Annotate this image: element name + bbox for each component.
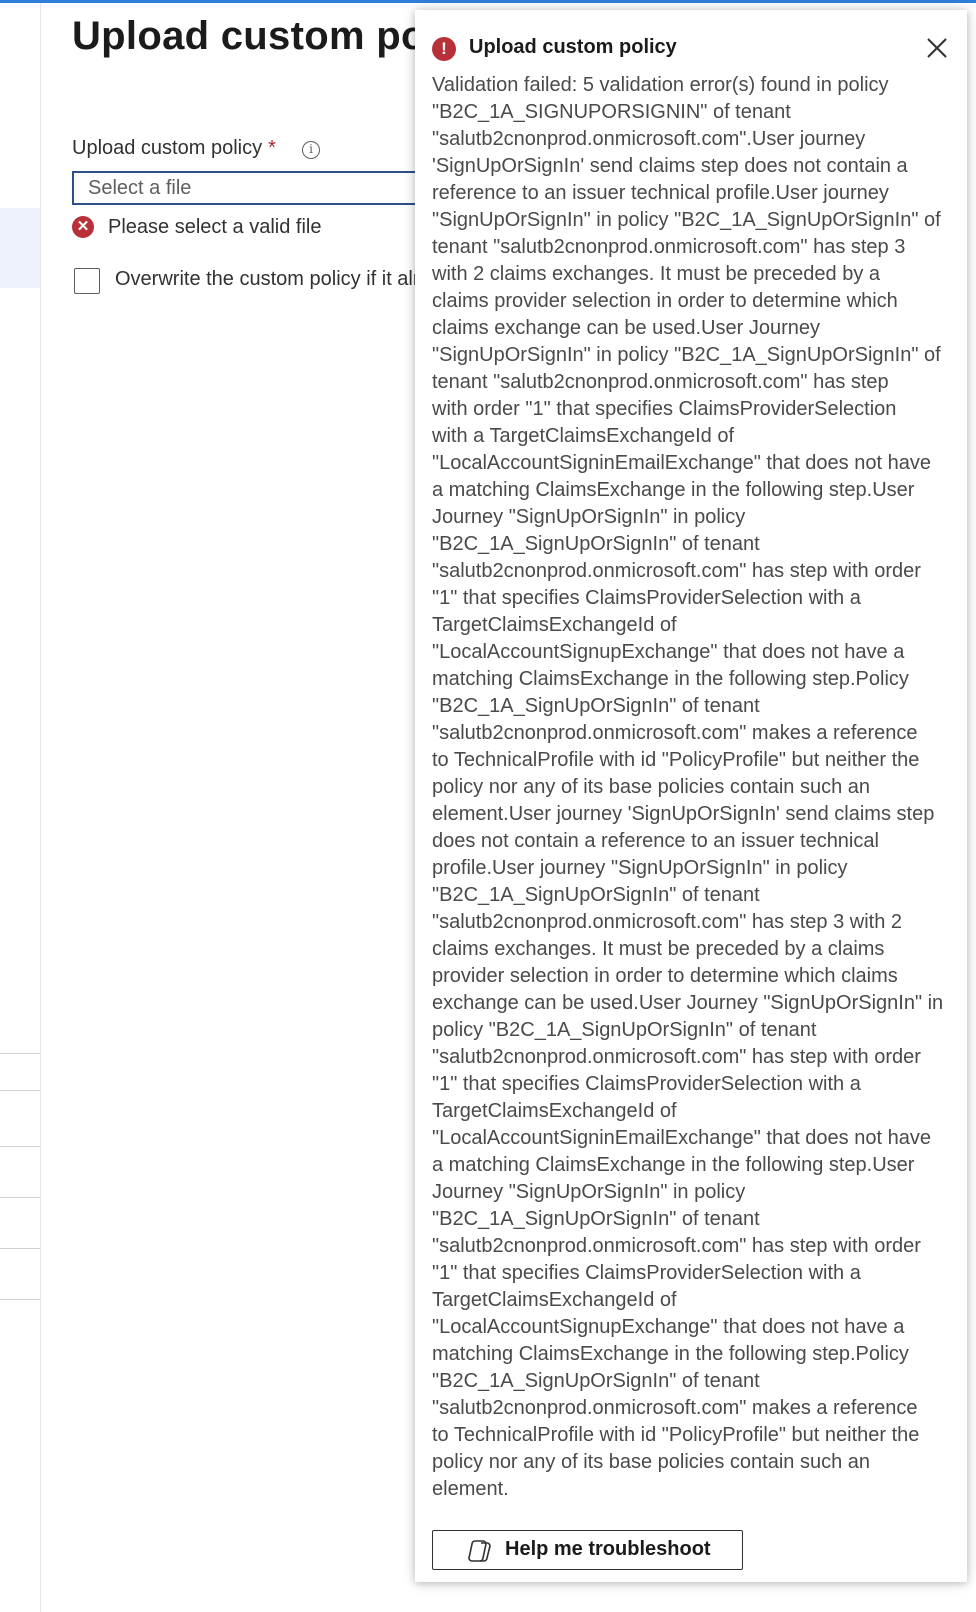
- notification-message-line: "B2C_1A_SIGNUPORSIGNIN" of tenant: [432, 101, 791, 123]
- notification-title: Upload custom policy: [469, 36, 677, 58]
- notification-message-line: exchange can be used.User Journey "SignU…: [432, 992, 944, 1014]
- close-icon: [927, 38, 947, 58]
- help-me-troubleshoot-label: Help me troubleshoot: [505, 1538, 711, 1560]
- error-exclamation-icon: !: [432, 37, 456, 61]
- notification-message-line: a matching ClaimsExchange in the followi…: [432, 1154, 915, 1176]
- notification-message-line: "LocalAccountSigninEmailExchange" that d…: [432, 452, 931, 474]
- notification-message-line: "salutb2cnonprod.onmicrosoft.com" makes …: [432, 722, 918, 744]
- error-notification-panel: ! Upload custom policy Validation failed…: [415, 10, 967, 1582]
- notification-message-line: matching ClaimsExchange in the following…: [432, 1343, 909, 1365]
- notification-message-line: claims exchanges. It must be preceded by…: [432, 938, 885, 960]
- help-me-troubleshoot-button[interactable]: Help me troubleshoot: [432, 1530, 743, 1570]
- notification-message-line: TargetClaimsExchangeId of: [432, 1289, 677, 1311]
- notification-message-line: with order "1" that specifies ClaimsProv…: [432, 398, 897, 420]
- notification-message-line: reference to an issuer technical profile…: [432, 182, 889, 204]
- left-menu-divider: [0, 1146, 40, 1147]
- notification-message-line: policy "B2C_1A_SignUpOrSignIn" of tenant: [432, 1019, 817, 1041]
- upload-field-label: Upload custom policy *: [72, 137, 276, 160]
- notification-message-line: profile.User journey "SignUpOrSignIn" in…: [432, 857, 848, 879]
- validation-error-text: Please select a valid file: [108, 216, 322, 238]
- left-menu-selected-item[interactable]: [0, 208, 40, 288]
- notification-message-line: "LocalAccountSigninEmailExchange" that d…: [432, 1127, 931, 1149]
- notification-message-line: "B2C_1A_SignUpOrSignIn" of tenant: [432, 884, 760, 906]
- notification-message-line: element.User journey 'SignUpOrSignIn' se…: [432, 803, 935, 825]
- notification-message-line: Journey "SignUpOrSignIn" in policy: [432, 506, 746, 528]
- notification-message-line: to TechnicalProfile with id "PolicyProfi…: [432, 1424, 920, 1446]
- notification-message-line: "salutb2cnonprod.onmicrosoft.com" has st…: [432, 1235, 921, 1257]
- notification-message-line: "B2C_1A_SignUpOrSignIn" of tenant: [432, 1208, 760, 1230]
- error-circle-icon: ✕: [72, 216, 94, 238]
- notification-message-line: "salutb2cnonprod.onmicrosoft.com".User j…: [432, 128, 866, 150]
- notification-message-line: element.: [432, 1478, 509, 1500]
- notification-message-line: "1" that specifies ClaimsProviderSelecti…: [432, 587, 861, 609]
- notification-message-line: matching ClaimsExchange in the following…: [432, 668, 909, 690]
- notification-message-line: "salutb2cnonprod.onmicrosoft.com" has st…: [432, 560, 921, 582]
- notification-message: Validation failed: 5 validation error(s)…: [432, 72, 952, 1503]
- upload-field-label-text: Upload custom policy: [72, 137, 263, 159]
- notification-message-line: "B2C_1A_SignUpOrSignIn" of tenant: [432, 695, 760, 717]
- notification-message-line: "salutb2cnonprod.onmicrosoft.com" makes …: [432, 1397, 918, 1419]
- notification-message-line: Journey "SignUpOrSignIn" in policy: [432, 1181, 746, 1203]
- notification-message-line: tenant "salutb2cnonprod.onmicrosoft.com"…: [432, 371, 889, 393]
- notification-message-line: "salutb2cnonprod.onmicrosoft.com" has st…: [432, 1046, 921, 1068]
- info-icon[interactable]: i: [302, 141, 320, 159]
- notification-message-line: TargetClaimsExchangeId of: [432, 1100, 677, 1122]
- notification-message-line: provider selection in order to determine…: [432, 965, 898, 987]
- notification-message-line: "1" that specifies ClaimsProviderSelecti…: [432, 1262, 861, 1284]
- notification-message-line: "SignUpOrSignIn" in policy "B2C_1A_SignU…: [432, 344, 941, 366]
- notification-message-line: "LocalAccountSignupExchange" that does n…: [432, 641, 905, 663]
- notification-message-line: Validation failed: 5 validation error(s)…: [432, 74, 889, 96]
- notification-message-line: "LocalAccountSignupExchange" that does n…: [432, 1316, 905, 1338]
- overwrite-checkbox[interactable]: [74, 268, 100, 294]
- file-select-input[interactable]: Select a file: [72, 171, 472, 205]
- notification-message-line: TargetClaimsExchangeId of: [432, 614, 677, 636]
- notification-message-line: "B2C_1A_SignUpOrSignIn" of tenant: [432, 1370, 760, 1392]
- notification-message-line: with 2 claims exchanges. It must be prec…: [432, 263, 881, 285]
- required-marker: *: [268, 137, 276, 159]
- notification-message-line: policy nor any of its base policies cont…: [432, 1451, 871, 1473]
- notification-message-line: a matching ClaimsExchange in the followi…: [432, 479, 915, 501]
- left-menu-divider: [0, 1197, 40, 1198]
- left-menu-divider: [0, 1299, 40, 1300]
- notification-message-line: does not contain a reference to an issue…: [432, 830, 879, 852]
- copilot-icon: [468, 1540, 491, 1562]
- notification-message-line: "salutb2cnonprod.onmicrosoft.com" has st…: [432, 911, 902, 933]
- notification-message-line: tenant "salutb2cnonprod.onmicrosoft.com"…: [432, 236, 906, 258]
- left-menu-divider: [0, 1090, 40, 1091]
- left-menu-divider: [0, 1248, 40, 1249]
- notification-message-line: policy nor any of its base policies cont…: [432, 776, 871, 798]
- left-menu-strip: [0, 3, 41, 1612]
- notification-message-line: to TechnicalProfile with id "PolicyProfi…: [432, 749, 920, 771]
- notification-message-line: "SignUpOrSignIn" in policy "B2C_1A_SignU…: [432, 209, 941, 231]
- left-menu-divider: [0, 1053, 40, 1054]
- notification-message-line: "B2C_1A_SignUpOrSignIn" of tenant: [432, 533, 760, 555]
- notification-message-line: with a TargetClaimsExchangeId of: [432, 425, 735, 447]
- notification-message-line: "1" that specifies ClaimsProviderSelecti…: [432, 1073, 861, 1095]
- close-notification-button[interactable]: [923, 34, 951, 62]
- file-select-placeholder: Select a file: [88, 177, 192, 199]
- notification-message-line: claims exchange can be used.User Journey: [432, 317, 820, 339]
- notification-message-line: claims provider selection in order to de…: [432, 290, 898, 312]
- notification-message-line: 'SignUpOrSignIn' send claims step does n…: [432, 155, 908, 177]
